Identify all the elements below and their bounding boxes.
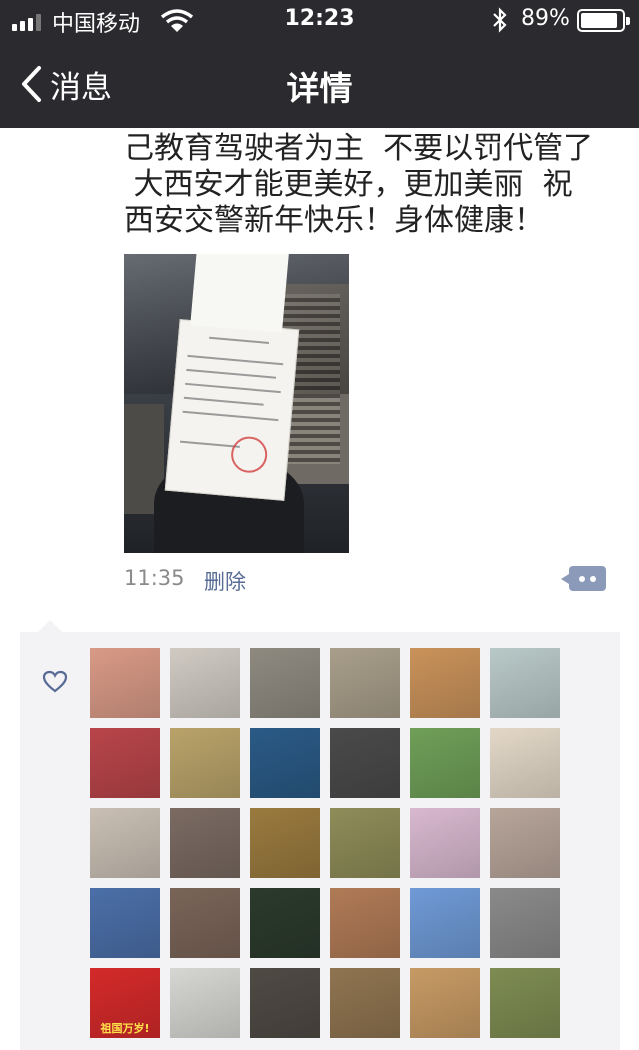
parking-ticket	[164, 254, 300, 501]
avatar-23[interactable]	[410, 888, 480, 958]
battery-icon	[577, 9, 630, 32]
avatar-27[interactable]	[250, 968, 320, 1038]
post-photo[interactable]	[124, 254, 349, 553]
status-bar: 中国移动 12:23 89%	[0, 0, 639, 42]
avatar-28[interactable]	[330, 968, 400, 1038]
post-text: 己教育驾驶者为主 不要以罚代管了 大西安才能更美好，更加美丽 祝 西安交警新年快…	[124, 131, 594, 238]
heart-outline-icon	[42, 670, 68, 693]
page-title: 详情	[286, 69, 353, 108]
avatar-3[interactable]	[250, 648, 320, 718]
battery-percent: 89%	[521, 6, 570, 31]
avatar-5[interactable]	[410, 648, 480, 718]
avatar-19[interactable]	[90, 888, 160, 958]
delete-link[interactable]: 删除	[204, 566, 246, 596]
avatar-24[interactable]	[490, 888, 560, 958]
avatar-22[interactable]	[330, 888, 400, 958]
avatar-13[interactable]	[90, 808, 160, 878]
avatar-2[interactable]	[170, 648, 240, 718]
avatar-1[interactable]	[90, 648, 160, 718]
avatar-16[interactable]	[330, 808, 400, 878]
avatar-7[interactable]	[90, 728, 160, 798]
more-dots-icon[interactable]	[561, 566, 606, 591]
avatar-26[interactable]	[170, 968, 240, 1038]
avatar-29[interactable]	[410, 968, 480, 1038]
avatar-6[interactable]	[490, 648, 560, 718]
avatar-17[interactable]	[410, 808, 480, 878]
top-bar: 中国移动 12:23 89% 消息 详情	[0, 0, 639, 128]
avatar-8[interactable]	[170, 728, 240, 798]
avatar-12[interactable]	[490, 728, 560, 798]
avatar-caption: 祖国万岁!	[100, 1022, 150, 1035]
bluetooth-icon	[493, 7, 507, 33]
avatar-15[interactable]	[250, 808, 320, 878]
likes-panel: 祖国万岁!	[20, 620, 620, 1050]
avatar-21[interactable]	[250, 888, 320, 958]
avatar-20[interactable]	[170, 888, 240, 958]
avatar-10[interactable]	[330, 728, 400, 798]
avatar-30[interactable]	[490, 968, 560, 1038]
avatar-18[interactable]	[490, 808, 560, 878]
nav-bar: 消息 详情	[0, 42, 639, 128]
avatar-25[interactable]: 祖国万岁!	[90, 968, 160, 1038]
avatar-11[interactable]	[410, 728, 480, 798]
avatar-4[interactable]	[330, 648, 400, 718]
avatar-9[interactable]	[250, 728, 320, 798]
post-time: 11:35	[124, 566, 185, 590]
avatar-14[interactable]	[170, 808, 240, 878]
